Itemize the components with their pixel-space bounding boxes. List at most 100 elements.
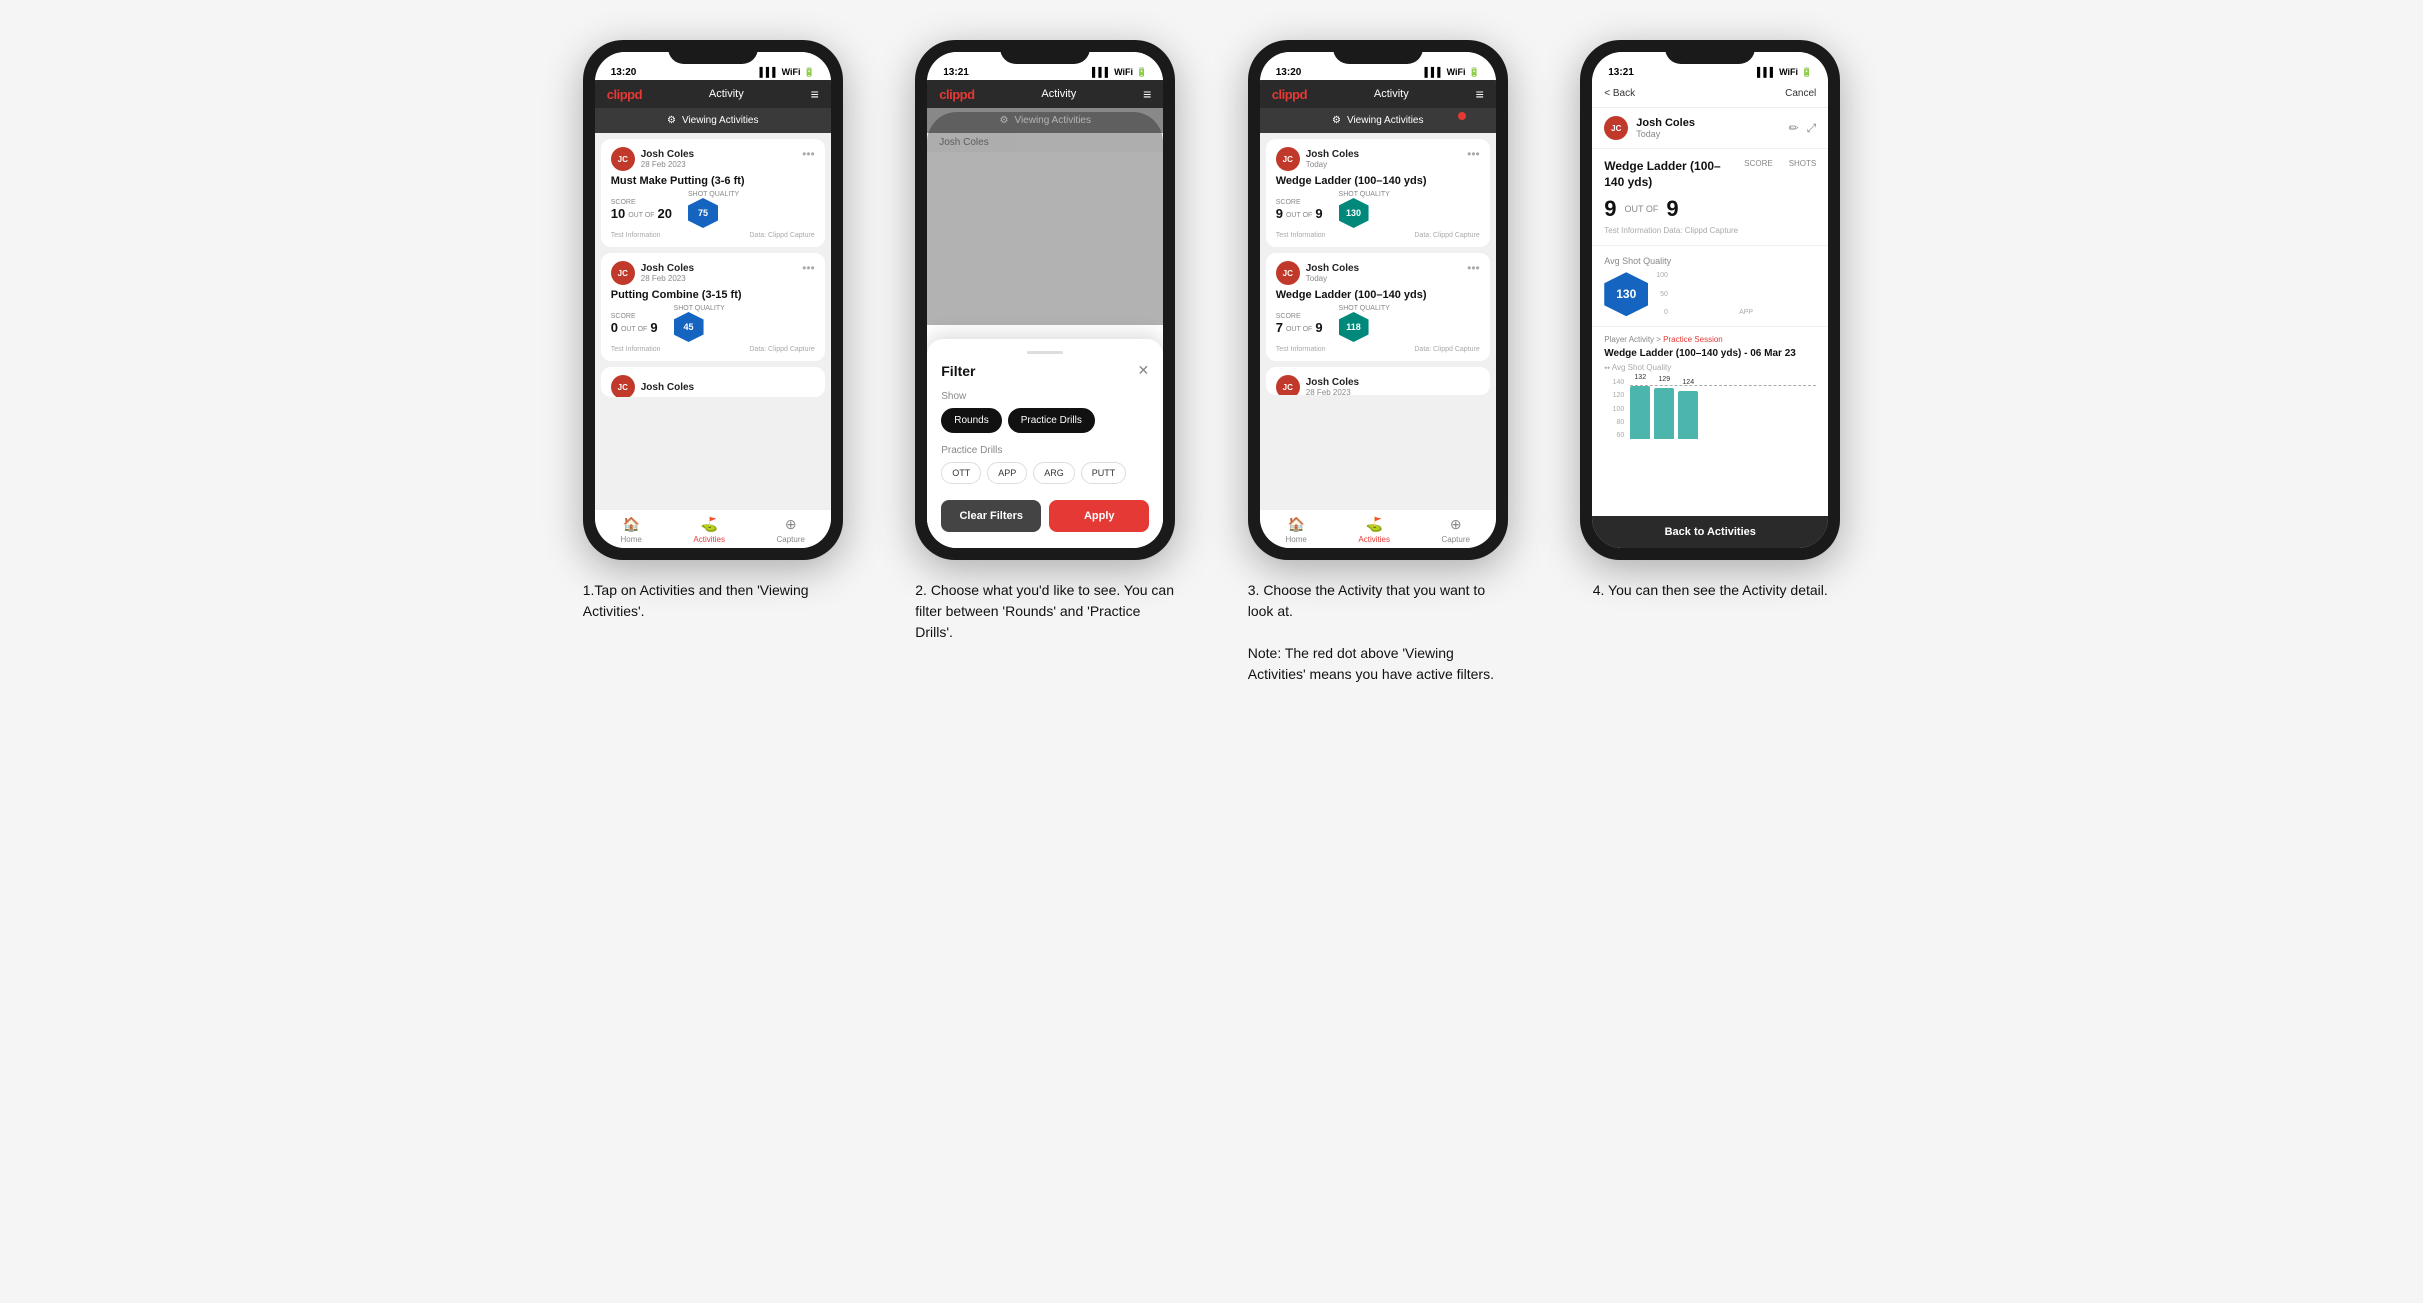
y-label-0: 0 [1656,309,1668,316]
card-header-3b: JC Josh Coles Today ••• [1276,261,1480,285]
avatar-2: JC [611,261,635,285]
card-title-2: Putting Combine (3-15 ft) [611,289,815,301]
activities-icon-1: ⛳ [700,516,717,533]
score-value-1: 10 [611,206,625,221]
user-details-3a: Josh Coles Today [1306,149,1359,169]
back-to-activities-button[interactable]: Back to Activities [1592,516,1828,548]
player-activity-label: Player Activity > Practice Session [1592,327,1828,348]
score-col-label: Score [1744,159,1772,168]
avatar-3a: JC [1276,147,1300,171]
menu-icon-2[interactable]: ≡ [1143,86,1151,102]
user-name-3a: Josh Coles [1306,149,1359,160]
menu-icon-3[interactable]: ≡ [1476,86,1484,102]
red-dot-3 [1458,112,1466,120]
menu-icon-1[interactable]: ≡ [811,86,819,102]
activity-card-3b[interactable]: JC Josh Coles Today ••• Wedge Ladder (10… [1266,253,1490,361]
stat-group-quality-1: Shot Quality 75 [688,191,739,228]
phone-section-2: 13:21 ▌▌▌ WiFi 🔋 clippd Activity ≡ ⚙ [894,40,1197,643]
nav-activities-3[interactable]: ⛳ Activities [1358,516,1390,544]
detail-test-info: Test Information [1604,226,1661,235]
home-icon-1: 🏠 [622,516,639,533]
y-label-100: 100 [1656,272,1668,279]
logo-3: clippd [1272,87,1307,102]
chart-container: 130 100 50 0 APP [1604,272,1816,316]
nav-home-3[interactable]: 🏠 Home [1286,516,1307,544]
activity-card-2[interactable]: JC Josh Coles 28 Feb 2023 ••• Putting Co… [601,253,825,361]
nav-bar-1: clippd Activity ≡ [595,80,831,108]
y-120: 120 [1604,392,1624,399]
tag-filter-buttons: OTT APP ARG PUTT [941,462,1149,484]
phone-inner-3: 13:20 ▌▌▌ WiFi 🔋 clippd Activity ≡ ⚙ [1260,52,1496,548]
tag-arg[interactable]: ARG [1033,462,1075,484]
logo-1: clippd [607,87,642,102]
quality-hexagon-2: 45 [674,312,704,342]
quality-hexagon-3a: 130 [1339,198,1369,228]
test-info-3a: Test Information [1276,232,1326,239]
apply-button[interactable]: Apply [1049,500,1149,532]
rounds-button[interactable]: Rounds [941,408,1001,433]
nav-bar-2: clippd Activity ≡ [927,80,1163,108]
nav-capture-3[interactable]: ⊕ Capture [1441,516,1469,544]
detail-header: < Back Cancel [1592,80,1828,108]
data-source-3b: Data: Clippd Capture [1414,346,1479,353]
cancel-button[interactable]: Cancel [1785,88,1816,99]
user-info-1: JC Josh Coles 28 Feb 2023 [611,147,694,171]
avatar-4: JC [1604,116,1628,140]
detail-user-row: JC Josh Coles Today ✏ ⤢ [1592,108,1828,149]
nav-activities-1[interactable]: ⛳ Activities [693,516,725,544]
back-button[interactable]: < Back [1604,88,1635,99]
detail-activity-section: Wedge Ladder (100–140 yds) Score Shots 9… [1592,149,1828,246]
tag-putt[interactable]: PUTT [1081,462,1127,484]
user-info-partial: JC Josh Coles [611,375,694,397]
score-label-2: Score [611,313,658,320]
quality-label-3a: Shot Quality [1339,191,1390,198]
activity-card-3c: JC Josh Coles 28 Feb 2023 [1266,367,1490,395]
user-name-2: Josh Coles [641,263,694,274]
stat-inline-3a: 9 OUT OF 9 [1276,206,1323,221]
caption-2: 2. Choose what you'd like to see. You ca… [915,580,1175,643]
stats-row-1: Score 10 OUT OF 20 Shot Quality 75 [611,191,815,228]
home-icon-3: 🏠 [1287,516,1304,533]
activity-card-3a[interactable]: JC Josh Coles Today ••• Wedge Ladder (10… [1266,139,1490,247]
nav-bar-3: clippd Activity ≡ [1260,80,1496,108]
nav-home-1[interactable]: 🏠 Home [621,516,642,544]
score-3a: 9 [1276,206,1283,221]
practice-drills-button[interactable]: Practice Drills [1008,408,1095,433]
mini-chart-title: Wedge Ladder (100–140 yds) - 06 Mar 23 [1604,348,1816,359]
capture-icon-1: ⊕ [785,516,797,533]
tag-ott[interactable]: OTT [941,462,981,484]
filter-close-btn[interactable]: ✕ [1138,362,1150,379]
clear-filters-button[interactable]: Clear Filters [941,500,1041,532]
user-date-3a: Today [1306,160,1359,169]
quality-group-3b: Shot Quality 118 [1339,305,1390,342]
detail-user-name: Josh Coles [1636,117,1695,129]
test-info-3b: Test Information [1276,346,1326,353]
test-info-2: Test Information [611,346,661,353]
three-dots-3b[interactable]: ••• [1467,261,1480,275]
viewing-activities-bar-3[interactable]: ⚙ Viewing Activities [1260,108,1496,133]
wifi-icon-1: WiFi [782,67,801,77]
stat-group-score-2: Score 0 OUT OF 9 [611,313,658,335]
viewing-activities-bar-1[interactable]: ⚙ Viewing Activities [595,108,831,133]
wifi-icon-3: WiFi [1447,67,1466,77]
nav-capture-1[interactable]: ⊕ Capture [776,516,804,544]
show-filter-buttons: Rounds Practice Drills [941,408,1149,433]
three-dots-2[interactable]: ••• [802,261,815,275]
three-dots-1[interactable]: ••• [802,147,815,161]
mini-bar-3: 124 [1678,391,1698,439]
stats-row-2: Score 0 OUT OF 9 Shot Quality 45 [611,305,815,342]
stat-group-score-1: Score 10 OUT OF 20 [611,199,672,221]
stats-row-3a: Score 9 OUT OF 9 Shot Quality 130 [1276,191,1480,228]
activity-card-1[interactable]: JC Josh Coles 28 Feb 2023 ••• Must Make … [601,139,825,247]
card-header-partial: JC Josh Coles [611,375,815,397]
viewing-activities-label-3: Viewing Activities [1347,115,1424,126]
edit-icon[interactable]: ✏ [1789,121,1799,136]
shots-3a: 9 [1315,206,1322,221]
nav-capture-label-1: Capture [776,535,804,544]
detail-action-icons: ✏ ⤢ [1789,121,1817,136]
tag-app[interactable]: APP [987,462,1027,484]
nav-home-label-3: Home [1286,535,1307,544]
three-dots-3a[interactable]: ••• [1467,147,1480,161]
filter-handle [1027,351,1063,354]
expand-icon[interactable]: ⤢ [1807,121,1817,136]
